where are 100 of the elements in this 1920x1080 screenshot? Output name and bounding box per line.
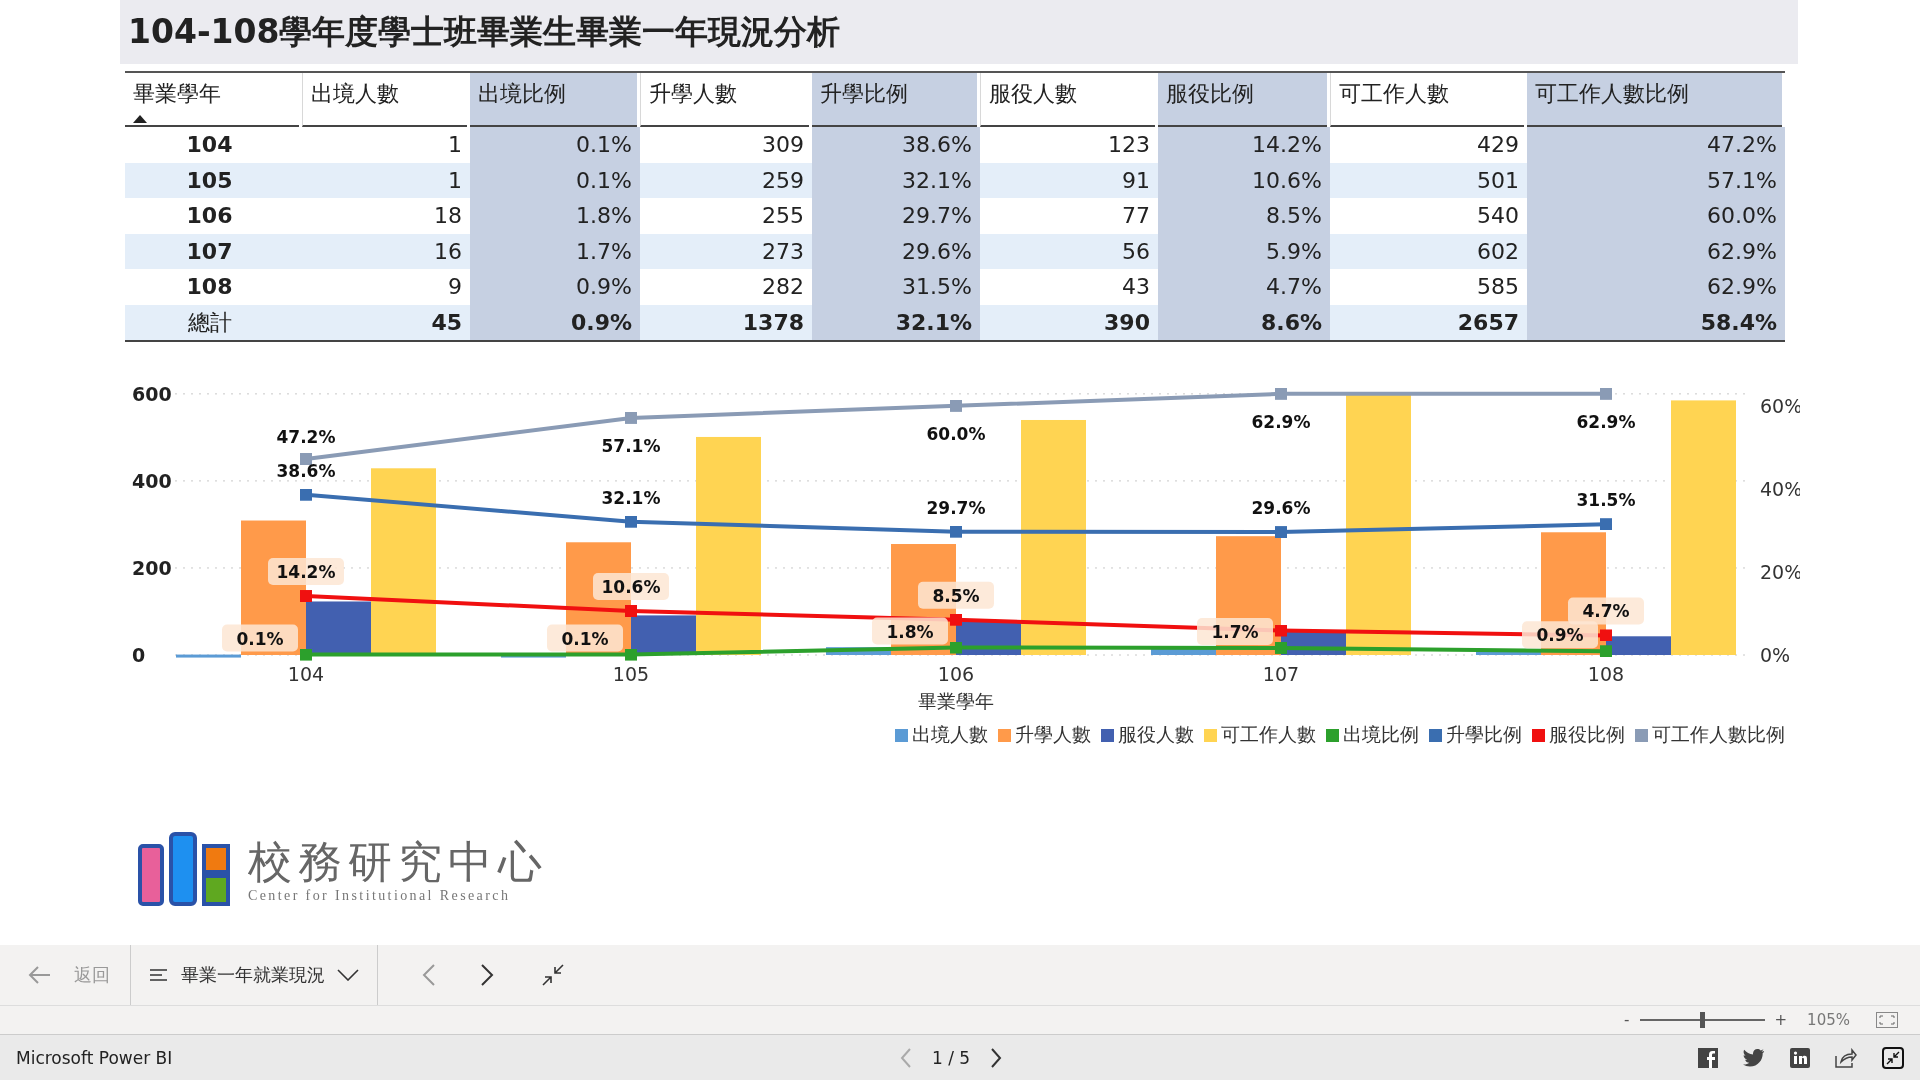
data-label: 8.5% xyxy=(932,585,980,606)
table-cell-text: 255 xyxy=(761,202,805,230)
table-cell-text: 77 xyxy=(1121,202,1151,230)
data-label: 4.7% xyxy=(1568,597,1644,625)
column-header[interactable]: 升學比例 xyxy=(812,73,977,127)
table-cell: 1.8% xyxy=(470,198,640,234)
data-label: 10.6% xyxy=(601,576,661,597)
data-label: 14.2% xyxy=(276,562,336,583)
share-icon[interactable] xyxy=(1835,1047,1857,1068)
data-label: 38.6% xyxy=(276,460,336,481)
logo-icon xyxy=(138,832,233,908)
table-cell-text: 602 xyxy=(1476,237,1520,266)
linkedin-icon[interactable] xyxy=(1790,1047,1810,1068)
table-cell-text: 18 xyxy=(433,202,463,230)
column-header[interactable]: 升學人數 xyxy=(640,73,809,127)
brand-label: Microsoft Power BI xyxy=(16,1047,173,1068)
axis-tick-label: 200 xyxy=(132,556,172,579)
data-label: 0.1% xyxy=(222,624,298,652)
legend-label[interactable]: 可工作人數 xyxy=(1221,722,1316,748)
data-label: 10.6% xyxy=(593,573,669,600)
table-cell-text: 56 xyxy=(1121,237,1151,266)
axis-tick-label: 600 xyxy=(132,382,172,405)
table-cell-text: 106 xyxy=(185,202,234,230)
twitter-icon[interactable] xyxy=(1743,1048,1765,1067)
table-cell-text: 390 xyxy=(1103,308,1151,337)
zoom-out-button[interactable]: - xyxy=(1624,1011,1630,1029)
zoom-level: 105% xyxy=(1807,1011,1850,1029)
table-cell-text: 2657 xyxy=(1456,308,1520,337)
table-cell-text: 總計 xyxy=(186,308,233,337)
sort-ascending-icon xyxy=(133,115,147,123)
table-cell: 0.1% xyxy=(470,162,640,198)
table-cell: 32.1% xyxy=(812,162,980,198)
table-cell-text: 259 xyxy=(761,166,805,195)
legend-label[interactable]: 出境比例 xyxy=(1343,722,1419,748)
data-label: 0.1% xyxy=(236,628,284,649)
axis-tick-label: 106 xyxy=(937,663,975,685)
legend-label[interactable]: 服役比例 xyxy=(1549,722,1625,748)
axis-title: 畢業學年 xyxy=(918,690,994,710)
column-header[interactable]: 出境人數 xyxy=(302,73,467,127)
table-cell: 0.9% xyxy=(470,269,640,305)
table-cell-text: 107 xyxy=(185,237,234,266)
table-cell: 29.7% xyxy=(812,198,980,234)
fullscreen-exit-icon[interactable] xyxy=(1882,1046,1904,1069)
table-cell-text: 43 xyxy=(1121,273,1151,301)
table-cell-text: 282 xyxy=(761,273,805,301)
legend-label[interactable]: 升學比例 xyxy=(1446,722,1522,748)
column-header[interactable]: 可工作人數 xyxy=(1330,73,1524,127)
data-label: 62.9% xyxy=(1251,411,1311,432)
table-cell-text: 309 xyxy=(761,131,805,159)
data-label: 0.9% xyxy=(1536,625,1584,646)
table-cell: 62.9% xyxy=(1527,233,1785,269)
table-cell: 32.1% xyxy=(812,304,980,340)
back-arrow-icon xyxy=(28,965,52,985)
legend-label[interactable]: 服役人數 xyxy=(1118,722,1194,748)
next-page-icon[interactable] xyxy=(990,1047,1003,1068)
column-header[interactable]: 出境比例 xyxy=(470,73,637,127)
table-cell: 29.6% xyxy=(812,233,980,269)
table-cell-text: 585 xyxy=(1476,273,1520,301)
table-cell: 58.4% xyxy=(1527,304,1785,340)
fit-to-page-icon[interactable] xyxy=(1876,1012,1898,1028)
facebook-icon[interactable] xyxy=(1698,1047,1718,1068)
column-header[interactable]: 服役人數 xyxy=(980,73,1155,127)
table-cell-text: 1378 xyxy=(741,308,805,337)
table-cell-text: 1 xyxy=(447,131,463,159)
data-label: 32.1% xyxy=(601,487,661,508)
column-header[interactable]: 可工作人數比例 xyxy=(1527,73,1782,127)
data-label: 0.9% xyxy=(1522,621,1598,649)
table-cell-text: 9 xyxy=(447,273,463,301)
legend-label[interactable]: 出境人數 xyxy=(912,722,988,748)
axis-tick-label: 0% xyxy=(1760,644,1791,666)
data-label: 0.1% xyxy=(561,628,609,649)
table-cell-text: 91 xyxy=(1121,166,1151,195)
data-label: 62.9% xyxy=(1576,411,1636,432)
logo-subtitle: Center for Institutional Research xyxy=(248,888,512,904)
legend-label[interactable]: 可工作人數比例 xyxy=(1652,722,1785,748)
slider-thumb[interactable] xyxy=(1700,1012,1706,1028)
table-cell-text: 1 xyxy=(447,166,463,195)
column-header[interactable]: 畢業學年 xyxy=(125,73,299,127)
zoom-in-button[interactable]: + xyxy=(1774,1011,1788,1029)
table-cell-text: 108 xyxy=(185,273,234,301)
exit-focus-icon[interactable] xyxy=(542,964,564,986)
table-cell-text: 273 xyxy=(761,237,805,266)
table-cell-text: 501 xyxy=(1476,166,1520,195)
axis-tick-label: 104 xyxy=(287,663,325,685)
column-header[interactable]: 服役比例 xyxy=(1158,73,1327,127)
table-cell: 60.0% xyxy=(1527,198,1785,234)
axis-tick-label: 0 xyxy=(132,644,146,666)
logo-name: 校務研究中心 xyxy=(248,836,548,888)
page-counter: 1 / 5 xyxy=(932,1047,971,1068)
next-page-icon[interactable] xyxy=(480,964,494,986)
lines-icon xyxy=(149,968,169,982)
data-label: 4.7% xyxy=(1582,601,1630,622)
table-cell: 4.7% xyxy=(1158,269,1330,305)
legend-label[interactable]: 升學人數 xyxy=(1015,722,1091,748)
table-cell-text: 540 xyxy=(1476,202,1520,230)
table-cell: 14.2% xyxy=(1158,127,1330,163)
table-cell: 38.6% xyxy=(812,127,980,163)
axis-tick-label: 108 xyxy=(1587,663,1625,685)
data-label: 47.2% xyxy=(276,427,336,447)
chevron-down-icon xyxy=(337,969,359,981)
